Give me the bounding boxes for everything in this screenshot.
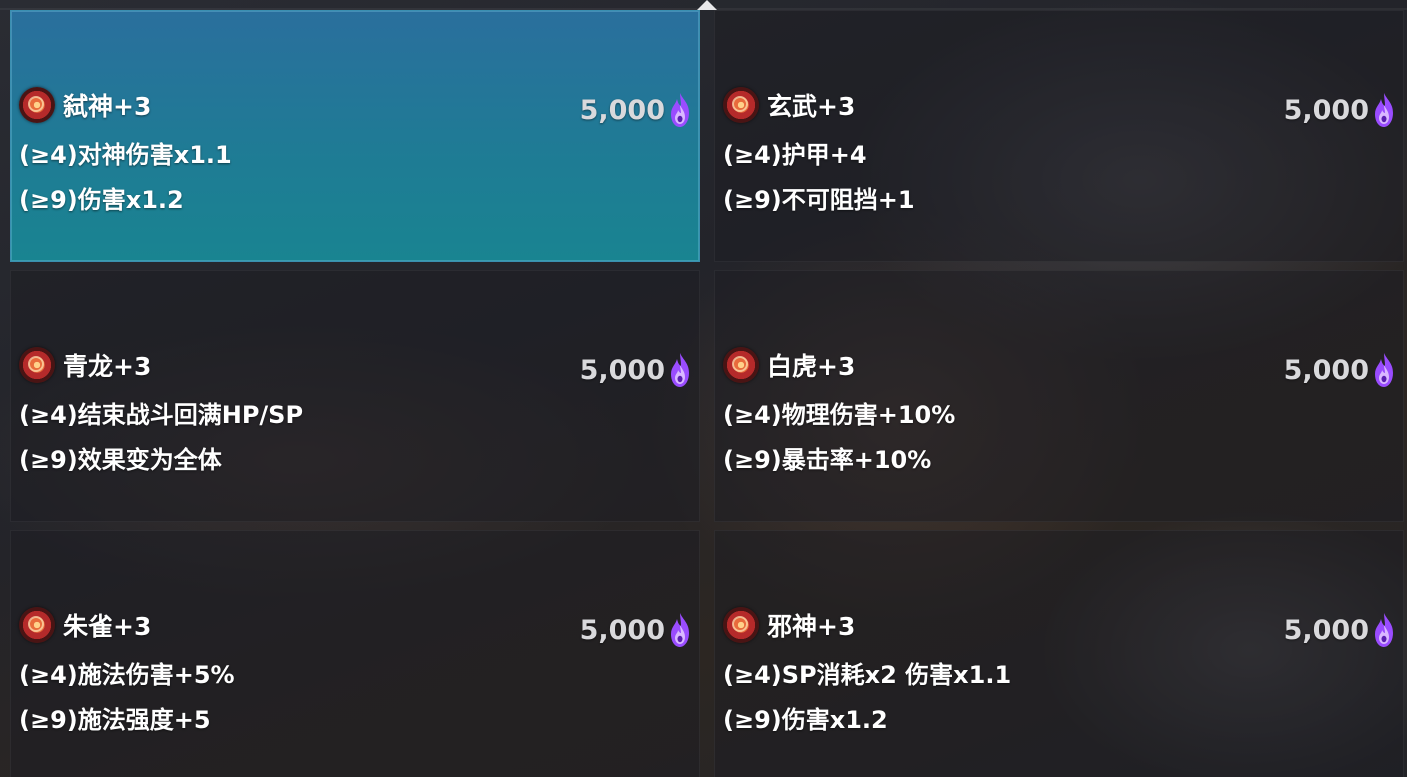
effect-line-tier9: (≥9)伤害x1.2 (19, 186, 184, 214)
item-name: 青龙+3 (63, 352, 152, 381)
card-header: 邪神+3 (723, 607, 855, 643)
item-name: 弑神+3 (63, 92, 152, 121)
card-header: 朱雀+3 (19, 607, 151, 643)
price-value: 5,000 (579, 94, 665, 126)
effect-line-tier4: (≥4)物理伤害+10% (723, 401, 956, 429)
item-price: 5,000 (1284, 351, 1395, 389)
card-header: 玄武+3 (723, 87, 855, 123)
item-name: 朱雀+3 (63, 612, 152, 641)
item-name: 玄武+3 (767, 92, 856, 121)
item-price: 5,000 (580, 351, 691, 389)
item-price: 5,000 (580, 91, 691, 129)
purple-flame-icon (1375, 613, 1393, 647)
purple-flame-icon (1375, 93, 1393, 127)
rune-icon (19, 607, 55, 643)
effect-line-tier4: (≥4)护甲+4 (723, 141, 867, 169)
effect-line-tier9: (≥9)效果变为全体 (19, 446, 222, 474)
effect-line-tier4: (≥4)结束战斗回满HP/SP (19, 401, 304, 429)
purple-flame-icon (671, 613, 689, 647)
rune-icon (723, 607, 759, 643)
shop-item-card[interactable]: 朱雀+3 5,000 (≥4)施法伤害+5% (≥9)施法强度+5 (10, 530, 700, 777)
shop-item-card[interactable]: 白虎+3 5,000 (≥4)物理伤害+10% (≥9)暴击率+10% (714, 270, 1404, 522)
scroll-up-arrow-icon[interactable] (697, 0, 717, 10)
card-header: 白虎+3 (723, 347, 855, 383)
rune-icon (19, 347, 55, 383)
rune-icon (723, 347, 759, 383)
card-header: 弑神+3 (19, 87, 151, 123)
effect-line-tier9: (≥9)伤害x1.2 (723, 706, 888, 734)
shop-item-card[interactable]: 弑神+3 5,000 (≥4)对神伤害x1.1 (≥9)伤害x1.2 (10, 10, 700, 262)
shop-item-card[interactable]: 青龙+3 5,000 (≥4)结束战斗回满HP/SP (≥9)效果变为全体 (10, 270, 700, 522)
price-value: 5,000 (579, 614, 665, 646)
shop-item-card[interactable]: 邪神+3 5,000 (≥4)SP消耗x2 伤害x1.1 (≥9)伤害x1.2 (714, 530, 1404, 777)
effect-line-tier4: (≥4)对神伤害x1.1 (19, 141, 232, 169)
effect-line-tier4: (≥4)施法伤害+5% (19, 661, 235, 689)
item-name: 白虎+3 (767, 352, 856, 381)
price-value: 5,000 (579, 354, 665, 386)
item-price: 5,000 (1284, 611, 1395, 649)
rune-icon (723, 87, 759, 123)
price-value: 5,000 (1283, 354, 1369, 386)
item-price: 5,000 (1284, 91, 1395, 129)
price-value: 5,000 (1283, 614, 1369, 646)
purple-flame-icon (671, 353, 689, 387)
rune-icon (19, 87, 55, 123)
purple-flame-icon (671, 93, 689, 127)
item-price: 5,000 (580, 611, 691, 649)
shop-screen: 弑神+3 5,000 (≥4)对神伤害x1.1 (≥9)伤害x1.2 玄武+3 … (0, 0, 1407, 777)
item-name: 邪神+3 (767, 612, 856, 641)
effect-line-tier9: (≥9)暴击率+10% (723, 446, 932, 474)
effect-line-tier9: (≥9)施法强度+5 (19, 706, 211, 734)
rune-shop-grid: 弑神+3 5,000 (≥4)对神伤害x1.1 (≥9)伤害x1.2 玄武+3 … (10, 10, 1407, 777)
card-header: 青龙+3 (19, 347, 151, 383)
price-value: 5,000 (1283, 94, 1369, 126)
purple-flame-icon (1375, 353, 1393, 387)
effect-line-tier4: (≥4)SP消耗x2 伤害x1.1 (723, 661, 1012, 689)
shop-item-card[interactable]: 玄武+3 5,000 (≥4)护甲+4 (≥9)不可阻挡+1 (714, 10, 1404, 262)
effect-line-tier9: (≥9)不可阻挡+1 (723, 186, 915, 214)
